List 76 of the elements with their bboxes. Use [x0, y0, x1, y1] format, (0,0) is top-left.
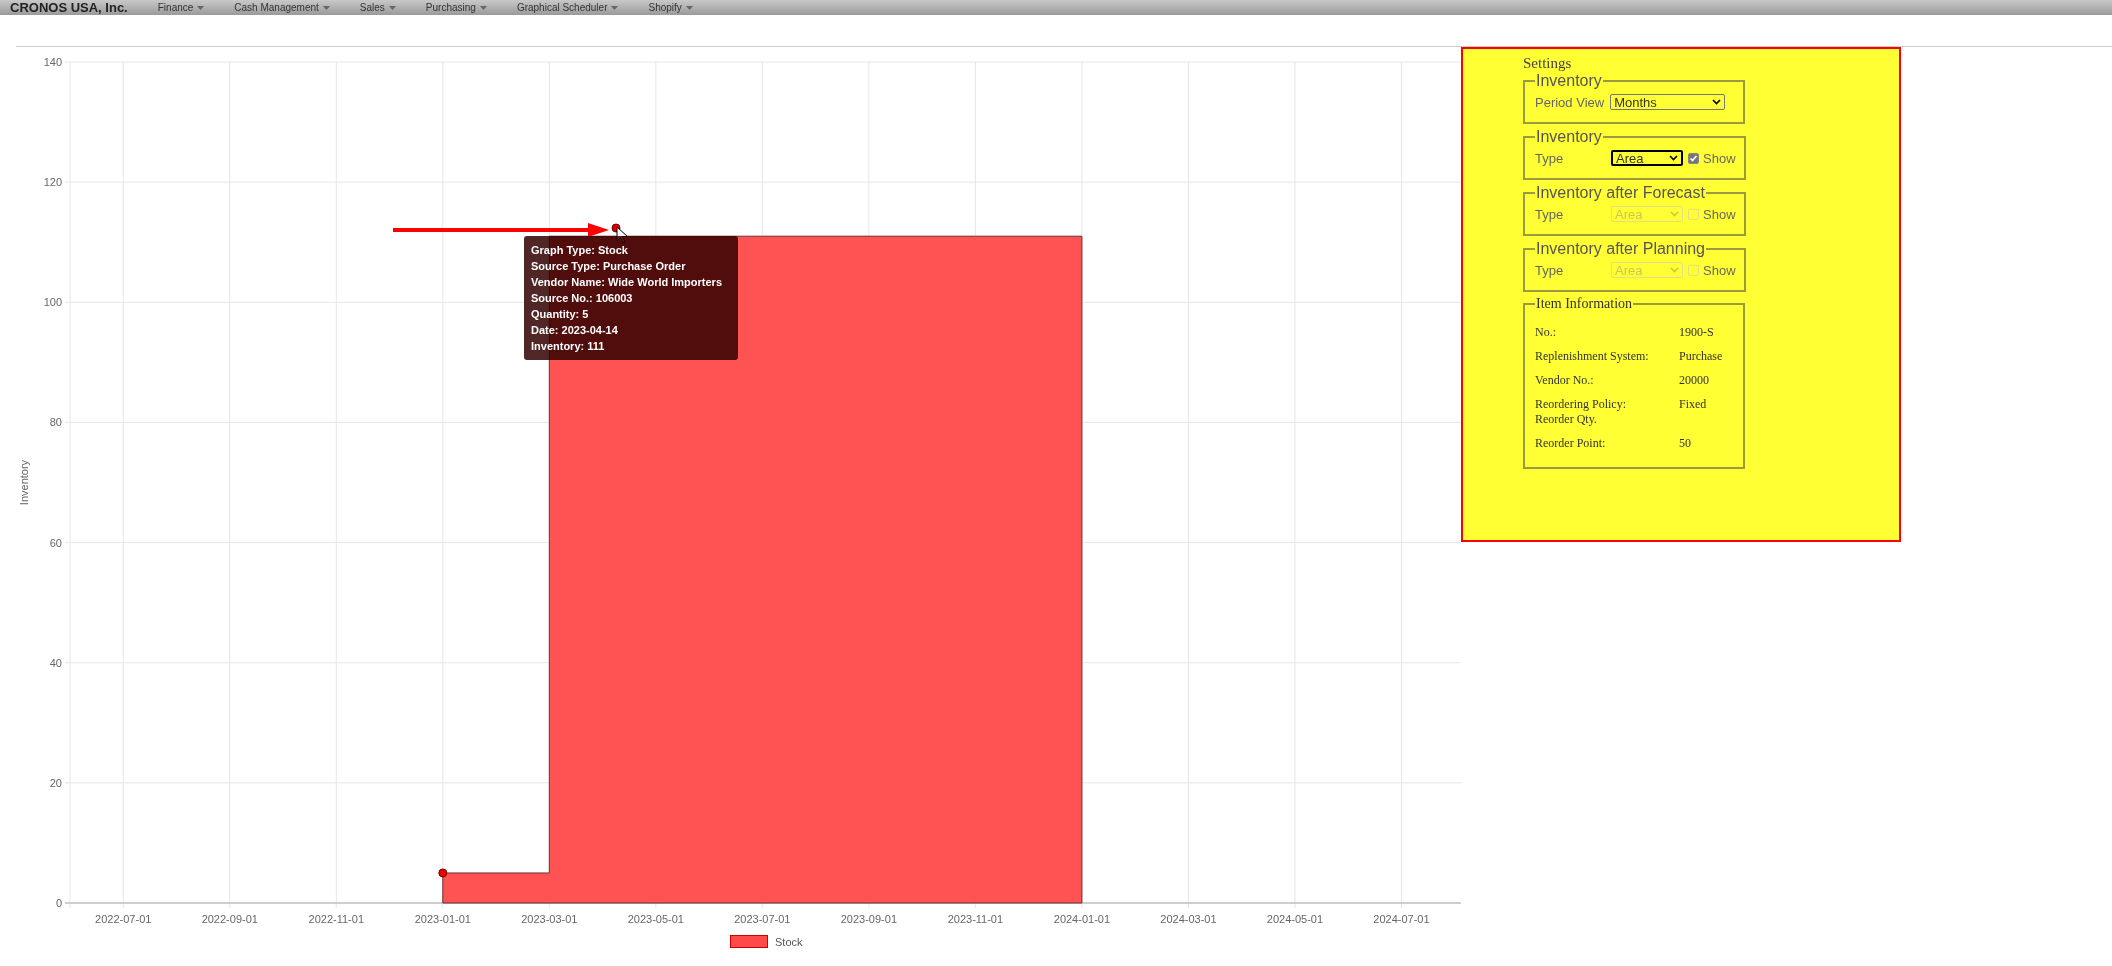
data-point [438, 868, 448, 878]
menu-item[interactable]: Finance [157, 2, 205, 13]
info-value: 50 [1679, 436, 1691, 451]
y-tick-label: 100 [43, 296, 62, 309]
field-label: Type [1535, 206, 1565, 222]
x-tick-label: 2023-11-01 [947, 913, 1004, 925]
y-axis-title: Inventory [18, 459, 30, 506]
info-value: 20000 [1679, 373, 1709, 388]
caret-icon [1669, 155, 1678, 161]
field-label: Period View [1535, 94, 1605, 110]
legend-label[interactable]: Stock [775, 935, 803, 948]
caret-icon [1670, 211, 1679, 217]
caret-icon [1670, 267, 1679, 273]
caret-icon [479, 6, 487, 11]
info-label: Reorder Point: [1535, 436, 1607, 451]
tooltip-line: Graph Type: Stock [531, 243, 629, 258]
y-tick-label: 80 [49, 416, 62, 429]
x-tick-label: 2024-07-01 [1373, 913, 1430, 925]
info-label: Reordering Policy: [1535, 397, 1627, 412]
tooltip-line: Vendor Name: Wide World Importers [531, 275, 723, 290]
menu-item[interactable]: Cash Management [234, 2, 330, 13]
group-legend: Inventory after Planning [1535, 240, 1706, 258]
x-tick-label: 2023-07-01 [734, 913, 791, 925]
group-legend: Inventory [1535, 72, 1603, 90]
tooltip-line: Quantity: 5 [531, 307, 590, 322]
info-value: 1900-S [1679, 325, 1714, 340]
menu-item[interactable]: Shopify [648, 2, 693, 13]
x-tick-label: 2022-09-01 [201, 913, 258, 925]
y-tick-label: 40 [49, 656, 62, 669]
checkbox-label: Show [1703, 150, 1736, 166]
tooltip-line: Inventory: 111 [531, 339, 606, 354]
tooltip-line: Date: 2023-04-14 [531, 323, 619, 338]
tooltip-line: Source Type: Purchase Order [531, 259, 687, 274]
group-legend: Inventory after Forecast [1535, 184, 1706, 202]
x-tick-label: 2024-05-01 [1266, 913, 1324, 925]
tooltip-line: Source No.: 106003 [531, 291, 634, 306]
x-tick-label: 2024-03-01 [1160, 913, 1217, 925]
info-value: Purchase [1679, 349, 1723, 364]
x-tick-label: 2023-03-01 [521, 913, 578, 925]
caret-icon [611, 6, 619, 11]
info-label: Reorder Qty. [1535, 412, 1598, 427]
x-tick-label: 2024-01-01 [1053, 913, 1111, 925]
caret-icon [197, 6, 205, 11]
info-label: No.: [1535, 325, 1557, 340]
y-tick-label: 140 [43, 56, 62, 68]
caret-icon [388, 6, 396, 11]
menu-item[interactable]: Sales [359, 2, 396, 13]
x-tick-label: 2023-09-01 [840, 913, 897, 925]
x-tick-label: 2023-05-01 [627, 913, 684, 925]
settings-title: Settings [1523, 55, 1573, 72]
y-tick-label: 120 [43, 176, 62, 189]
company-name[interactable]: CRONOS USA, Inc. [10, 0, 128, 15]
group-legend: Item Information [1535, 296, 1634, 312]
x-tick-label: 2023-01-01 [414, 913, 471, 925]
menu-item[interactable]: Graphical Scheduler [516, 2, 619, 13]
field-label: Type [1535, 262, 1565, 278]
info-label: Replenishment System: [1535, 349, 1650, 364]
y-tick-label: 20 [49, 776, 62, 789]
caret-icon [685, 6, 693, 11]
x-tick-label: 2022-07-01 [95, 913, 152, 925]
type-select[interactable]: Area [1611, 150, 1683, 166]
period-select[interactable]: Months [1610, 94, 1726, 110]
caret-icon [1712, 99, 1722, 105]
show-checkbox[interactable] [1688, 152, 1699, 164]
x-tick-label: 2022-11-01 [308, 913, 364, 925]
info-value: Fixed [1679, 397, 1707, 413]
y-tick-label: 60 [49, 536, 62, 549]
field-label: Type [1535, 150, 1565, 166]
y-tick-label: 0 [55, 897, 62, 909]
info-label: Vendor No.: [1535, 373, 1595, 388]
caret-icon [322, 6, 330, 11]
checkbox-label: Show [1703, 262, 1736, 278]
group-legend: Inventory [1535, 128, 1603, 146]
legend-swatch[interactable] [730, 935, 768, 948]
menu-item[interactable]: Purchasing [425, 2, 487, 13]
checkbox-label: Show [1703, 206, 1736, 222]
